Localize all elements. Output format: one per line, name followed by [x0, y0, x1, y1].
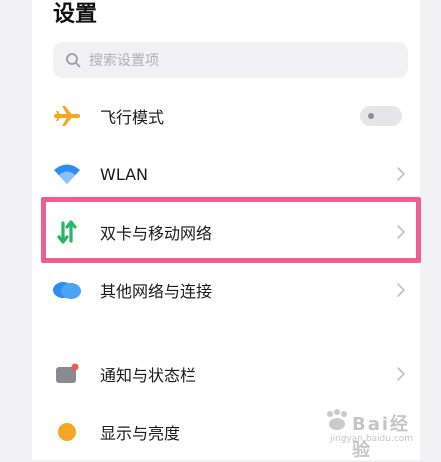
watermark: Bai经验 jingyan.baidu.com: [322, 408, 428, 461]
notification-icon: [52, 359, 82, 389]
airplane-mode-toggle[interactable]: [360, 106, 402, 126]
setting-row-notifications[interactable]: 通知与状态栏: [32, 346, 420, 402]
paw-logo-icon: [327, 409, 347, 430]
search-placeholder: 搜索设置项: [89, 53, 159, 69]
display-brightness-icon: [52, 417, 82, 447]
airplane-icon: [52, 101, 82, 131]
setting-label: WLAN: [100, 164, 149, 184]
setting-row-other-networks[interactable]: 其他网络与连接: [32, 262, 420, 318]
setting-label: 显示与亮度: [100, 424, 181, 443]
watermark-url: jingyan.baidu.com: [330, 434, 414, 444]
chevron-right-icon: [397, 283, 405, 297]
search-input[interactable]: 搜索设置项: [53, 42, 408, 78]
cloud-connection-icon: [52, 275, 82, 305]
toggle-knob: [368, 113, 374, 119]
search-icon: [66, 53, 81, 68]
setting-row-wlan[interactable]: WLAN: [32, 146, 420, 202]
setting-label: 通知与状态栏: [100, 366, 197, 385]
setting-label: 其他网络与连接: [100, 282, 213, 301]
chevron-right-icon: [397, 167, 405, 181]
page-title: 设置: [53, 2, 98, 27]
highlight-box: [41, 197, 421, 263]
wifi-icon: [52, 159, 82, 189]
setting-label: 飞行模式: [100, 108, 165, 127]
chevron-right-icon: [397, 367, 405, 381]
setting-row-airplane-mode[interactable]: 飞行模式: [32, 88, 420, 144]
